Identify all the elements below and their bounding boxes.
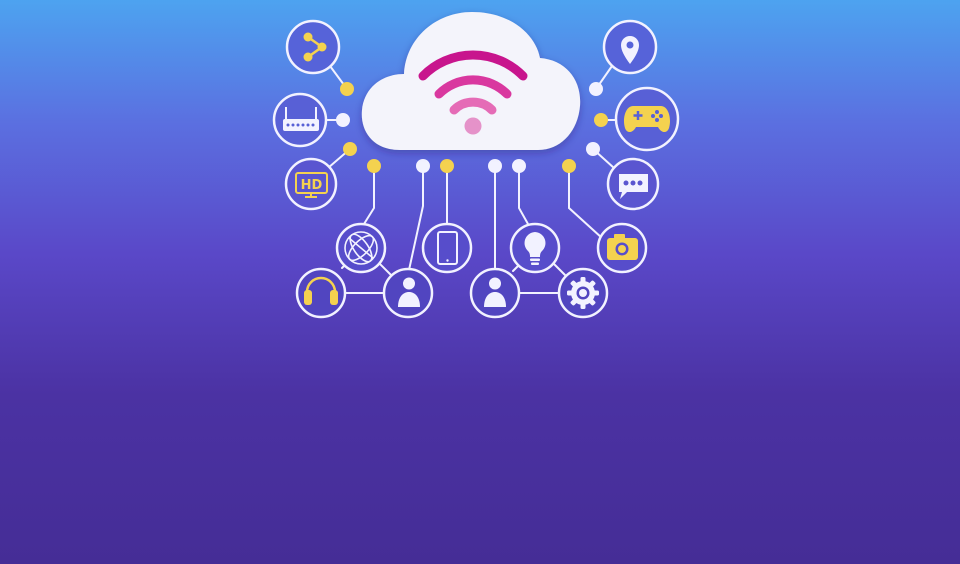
tablet-icon xyxy=(421,222,473,274)
hd-tv-icon: HD xyxy=(284,157,338,211)
share-icon xyxy=(285,19,341,75)
chat-bubble-icon xyxy=(606,157,660,211)
cloud-network-illustration: HD xyxy=(0,0,960,564)
globe-icon xyxy=(335,222,387,274)
router-icon xyxy=(272,92,328,148)
headphones-icon xyxy=(295,267,347,319)
network-diagram: HD xyxy=(272,12,680,319)
gear-icon xyxy=(557,267,609,319)
user-icon xyxy=(469,267,521,319)
hd-label: HD xyxy=(301,178,323,193)
camera-icon xyxy=(596,222,648,274)
location-pin-icon xyxy=(602,19,658,75)
lightbulb-icon xyxy=(509,222,561,274)
user-icon xyxy=(382,267,434,319)
gamepad-icon xyxy=(614,86,680,152)
